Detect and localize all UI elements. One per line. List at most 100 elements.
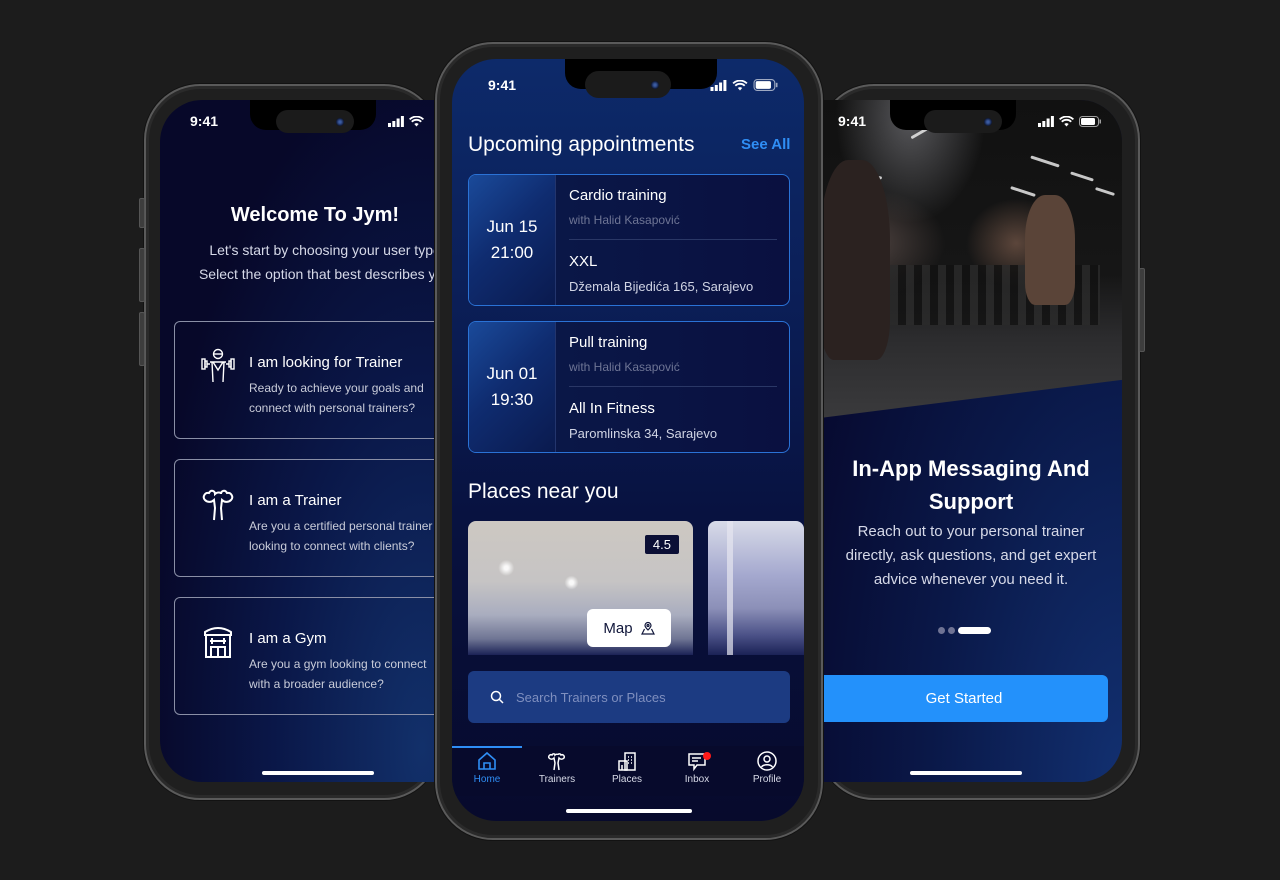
side-button — [139, 198, 145, 228]
divider — [569, 386, 777, 387]
onboarding-screen: 9:41 In-App Messaging And Support Reach … — [820, 100, 1122, 782]
appointment-date: Jun 15 21:00 — [469, 175, 556, 305]
profile-icon — [757, 751, 777, 771]
home-screen: 9:41 Upcoming appointments See All Jun 1… — [452, 59, 804, 821]
role-title: I am a Trainer — [249, 492, 342, 509]
gym-address: Džemala Bijedića 165, Sarajevo — [569, 279, 754, 294]
appointment-day: Jun 15 — [486, 217, 538, 236]
role-desc-1: Are you a certified personal trainer — [249, 519, 433, 533]
tab-trainers[interactable]: Trainers — [522, 750, 592, 785]
role-card-client[interactable]: I am looking for Trainer Ready to achiev… — [174, 321, 436, 439]
tab-label: Home — [473, 774, 501, 785]
wifi-icon — [409, 115, 424, 126]
home-indicator[interactable] — [910, 771, 1022, 775]
status-bar: 9:41 — [452, 75, 804, 95]
trainer-name: with Halid Kasapović — [569, 213, 680, 227]
status-bar: 9:41 — [820, 111, 1122, 131]
battery-icon — [753, 79, 778, 91]
status-time: 9:41 — [190, 113, 219, 129]
onboarding-description: Reach out to your personal trainer direc… — [845, 523, 1097, 588]
signal-icon — [710, 79, 727, 91]
role-desc-1: Are you a gym looking to connect — [249, 657, 427, 671]
welcome-title: Welcome To Jym! — [230, 204, 400, 226]
phone-home: 9:41 Upcoming appointments See All Jun 1… — [435, 42, 823, 840]
page-dot-active[interactable] — [958, 627, 991, 634]
trainers-icon — [548, 753, 565, 771]
battery-icon — [1079, 115, 1101, 127]
search-input[interactable] — [514, 688, 768, 706]
active-tab-indicator — [452, 746, 522, 748]
phone-onboarding: 9:41 In-App Messaging And Support Reach … — [818, 84, 1145, 800]
notification-badge — [703, 752, 711, 760]
flexing-arms-icon — [202, 489, 234, 521]
appointment-card[interactable]: Jun 01 19:30 Pull training with Halid Ka… — [468, 321, 790, 453]
appointment-time: 19:30 — [490, 390, 534, 409]
tab-label: Profile — [752, 774, 782, 785]
gym-address: Paromlinska 34, Sarajevo — [569, 426, 718, 441]
training-name: Pull training — [569, 334, 648, 351]
signal-icon — [388, 115, 404, 127]
page-dot[interactable] — [938, 627, 945, 634]
home-indicator[interactable] — [566, 809, 692, 813]
gym-hero-photo — [820, 100, 1122, 418]
gym-name: All In Fitness — [569, 400, 655, 417]
tab-label: Places — [611, 774, 642, 785]
search-icon — [490, 690, 504, 704]
page-dot[interactable] — [948, 627, 955, 634]
appointment-day: Jun 01 — [486, 364, 538, 383]
signal-icon — [1038, 115, 1054, 127]
divider — [569, 239, 777, 240]
tab-inbox[interactable]: Inbox — [662, 750, 732, 785]
home-indicator[interactable] — [262, 771, 374, 775]
appointments-title: Upcoming appointments — [468, 133, 695, 156]
gym-name: XXL — [569, 253, 598, 270]
role-desc-2: connect with personal trainers? — [249, 401, 416, 415]
map-pin-icon — [640, 621, 655, 635]
places-icon — [618, 752, 636, 771]
tab-label: Trainers — [538, 774, 576, 785]
user-type-screen: 9:41 Welcome To Jym! Let's start by choo… — [160, 100, 436, 782]
trainer-weights-icon — [201, 348, 235, 383]
appointment-date: Jun 01 19:30 — [469, 322, 556, 452]
welcome-subtitle-2: Select the option that best describes yo… — [198, 266, 436, 282]
place-card[interactable] — [708, 521, 804, 655]
role-desc-1: Ready to achieve your goals and — [249, 381, 424, 395]
tab-bar: Home Trainers Places Inbox Profile — [452, 746, 804, 796]
place-card[interactable]: 4.5 Map — [468, 521, 693, 655]
power-button — [1139, 268, 1145, 352]
appointment-time: 21:00 — [490, 243, 534, 262]
role-card-gym[interactable]: I am a Gym Are you a gym looking to conn… — [174, 597, 436, 715]
status-bar: 9:41 — [160, 111, 436, 131]
status-time: 9:41 — [488, 77, 517, 93]
rating-badge: 4.5 — [644, 535, 679, 554]
map-button[interactable]: Map — [587, 609, 671, 647]
trainer-name: with Halid Kasapović — [569, 360, 680, 374]
status-time: 9:41 — [838, 113, 867, 129]
tab-profile[interactable]: Profile — [732, 750, 802, 785]
volume-down-button — [139, 312, 145, 366]
phone-user-type: 9:41 Welcome To Jym! Let's start by choo… — [139, 84, 440, 800]
onboarding-title: In-App Messaging And Support — [852, 456, 1090, 514]
see-all-link[interactable]: See All — [741, 136, 790, 153]
wifi-icon — [1059, 115, 1074, 126]
role-title: I am a Gym — [249, 630, 327, 647]
tab-home[interactable]: Home — [452, 750, 522, 785]
gym-building-icon — [204, 627, 232, 658]
page-indicator — [938, 627, 991, 634]
tab-places[interactable]: Places — [592, 750, 662, 785]
training-name: Cardio training — [569, 187, 667, 204]
role-desc-2: looking to connect with clients? — [249, 539, 415, 553]
role-title: I am looking for Trainer — [249, 354, 403, 371]
home-icon — [478, 751, 496, 770]
map-button-label: Map — [603, 619, 633, 637]
search-bar[interactable] — [468, 671, 790, 723]
get-started-button[interactable]: Get Started — [820, 675, 1108, 722]
wifi-icon — [732, 79, 748, 90]
places-title: Places near you — [468, 480, 619, 503]
role-desc-2: with a broader audience? — [249, 677, 384, 691]
tab-label: Inbox — [684, 774, 710, 785]
appointment-card[interactable]: Jun 15 21:00 Cardio training with Halid … — [468, 174, 790, 306]
role-card-trainer[interactable]: I am a Trainer Are you a certified perso… — [174, 459, 436, 577]
welcome-subtitle-1: Let's start by choosing your user type. — [209, 242, 436, 258]
volume-up-button — [139, 248, 145, 302]
